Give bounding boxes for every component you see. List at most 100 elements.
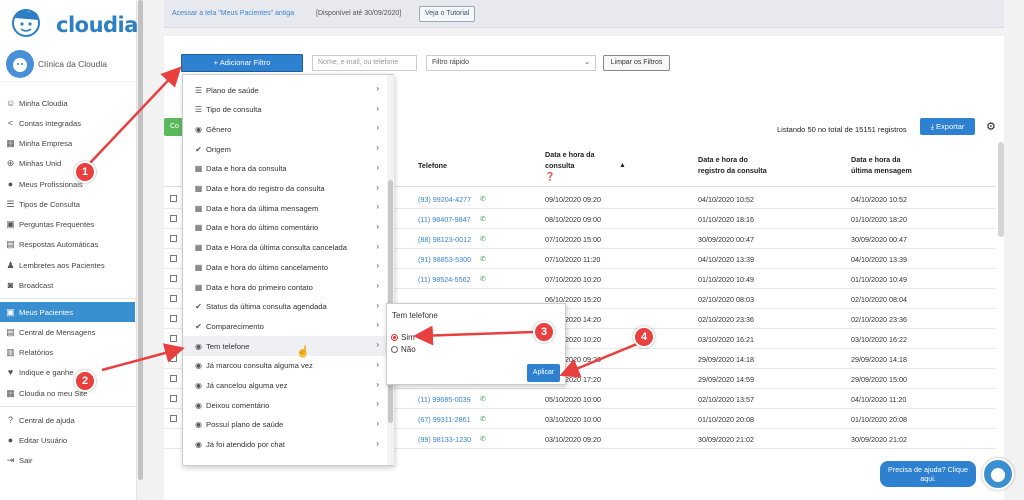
help-chat-avatar[interactable]: [982, 458, 1014, 490]
column-header-registration[interactable]: Data e hora do registro da consulta: [698, 154, 767, 176]
column-header-consult[interactable]: Data e hora da consulta ❓: [545, 149, 595, 182]
filter-option-1[interactable]: ☰ Tipo de consulta ›: [183, 100, 387, 120]
broadcast-icon: ◙: [7, 279, 14, 290]
filter-option-16[interactable]: ◉ Deixou comentário ›: [183, 395, 387, 415]
chevron-right-icon: ›: [376, 182, 379, 192]
phone-cell[interactable]: (93) 99204-4277: [418, 195, 471, 204]
radio-icon: ◉: [195, 381, 202, 390]
filter-option-13[interactable]: ◉ Tem telefone ›: [183, 336, 387, 357]
radio-option-yes[interactable]: Sim: [391, 333, 415, 342]
filter-option-7[interactable]: ▦ Data e hora do último comentário ›: [183, 218, 387, 238]
filter-option-15[interactable]: ◉ Já cancelou alguma vez ›: [183, 376, 387, 396]
sidebar-item-editar-usuario[interactable]: ● Editar Usuário: [0, 430, 135, 450]
clinic-selector[interactable]: Clínica da Cloudia: [0, 48, 137, 82]
filter-option-5[interactable]: ▦ Data e hora do registro da consulta ›: [183, 179, 387, 199]
sidebar-scrollbar-thumb[interactable]: [138, 0, 143, 480]
calendar-icon: ▦: [194, 282, 203, 292]
apply-button[interactable]: Aplicar: [527, 364, 560, 382]
whatsapp-icon[interactable]: ✆: [480, 275, 486, 283]
row-checkbox[interactable]: [170, 295, 177, 302]
sidebar-item-central-de-ajuda[interactable]: ? Central de ajuda: [0, 410, 135, 430]
sidebar-divider: [0, 406, 137, 407]
row-checkbox[interactable]: [170, 415, 177, 422]
phone-cell[interactable]: (11) 98524-5562: [418, 275, 471, 284]
search-input[interactable]: Nome, e-mail, ou telefone: [312, 55, 417, 71]
filter-option-12[interactable]: ✔ Comparecimento ›: [183, 316, 387, 336]
filter-option-6[interactable]: ▦ Data e hora da última mensagem ›: [183, 198, 387, 218]
whatsapp-icon[interactable]: ✆: [480, 435, 486, 443]
row-checkbox[interactable]: [170, 375, 177, 382]
table-scrollbar[interactable]: [998, 142, 1004, 237]
row-checkbox[interactable]: [170, 255, 177, 262]
sidebar-item-lembretes[interactable]: ♟ Lembretes aos Pacientes: [0, 255, 135, 275]
whatsapp-icon[interactable]: ✆: [480, 415, 486, 423]
sidebar-item-central-de-mensagens[interactable]: ▤ Central de Mensagens: [0, 322, 135, 342]
legacy-page-link[interactable]: Acessar a tela "Meus Pacientes" antiga: [172, 10, 294, 17]
filter-option-3[interactable]: ✔ Origem ›: [183, 139, 387, 159]
whatsapp-icon[interactable]: ✆: [480, 235, 486, 243]
clinic-avatar: [6, 50, 34, 78]
sidebar-item-perguntas-frequentes[interactable]: ▣ Perguntas Frequentes: [0, 214, 135, 234]
row-checkbox[interactable]: [170, 395, 177, 402]
export-button[interactable]: ⤓ Exportar: [920, 118, 975, 135]
sidebar-item-meus-profissionais[interactable]: ● Meus Profissionais: [0, 174, 135, 194]
gear-icon[interactable]: ⚙: [986, 120, 996, 133]
row-checkbox[interactable]: [170, 355, 177, 362]
radio-selected-icon[interactable]: [391, 334, 398, 341]
column-header-phone[interactable]: Telefone: [418, 160, 447, 171]
legacy-banner: Acessar a tela "Meus Pacientes" antiga […: [164, 0, 1004, 28]
row-checkbox[interactable]: [170, 335, 177, 342]
phone-cell[interactable]: (91) 98853-5300: [418, 255, 471, 264]
sidebar-item-relatorios[interactable]: ▥ Relatórios: [0, 342, 135, 362]
sidebar-item-meus-pacientes[interactable]: ▣ Meus Pacientes: [0, 302, 135, 322]
add-filter-button[interactable]: + Adicionar Filtro: [181, 54, 303, 72]
sort-asc-icon[interactable]: ▲: [619, 160, 626, 171]
row-checkbox[interactable]: [170, 315, 177, 322]
calendar-icon: ▦: [194, 184, 203, 193]
sidebar-item-cloudia-no-site[interactable]: ▦ Cloudia no meu Site: [0, 383, 135, 403]
sidebar-item-indique[interactable]: ♥ Indique e ganhe: [0, 362, 135, 382]
filter-option-14[interactable]: ◉ Já marcou consulta alguma vez ›: [183, 356, 387, 376]
filter-option-8[interactable]: ▦ Data e Hora da última consulta cancelad…: [183, 238, 387, 258]
column-header-last-message[interactable]: Data e hora da última mensagem: [851, 154, 912, 176]
whatsapp-icon[interactable]: ✆: [480, 195, 486, 203]
row-checkbox[interactable]: [170, 275, 177, 282]
tutorial-button[interactable]: Veja o Tutorial: [419, 6, 476, 22]
filter-option-11[interactable]: ✔ Status da última consulta agendada ›: [183, 297, 387, 317]
whatsapp-icon[interactable]: ✆: [480, 255, 486, 263]
filter-option-17[interactable]: ◉ Possuí plano de saúde ›: [183, 415, 387, 435]
whatsapp-icon[interactable]: ✆: [480, 395, 486, 403]
dropdown-scrollbar-thumb[interactable]: [388, 180, 393, 423]
radio-unselected-icon[interactable]: [391, 346, 398, 353]
brand-logo[interactable]: cloudia: [6, 6, 138, 38]
whatsapp-icon[interactable]: ✆: [480, 215, 486, 223]
phone-cell[interactable]: (88) 98123-0012: [418, 235, 471, 244]
phone-cell[interactable]: (99) 98133-1230: [418, 435, 471, 444]
sidebar-item-sair[interactable]: ⇥ Sair: [0, 450, 135, 470]
quick-filter-select[interactable]: Filtro rápido ⌄: [426, 55, 596, 71]
sidebar-item-respostas-automaticas[interactable]: ▤ Respostas Automáticas: [0, 234, 135, 254]
phone-cell[interactable]: (11) 99685-0039: [418, 395, 471, 404]
user-icon: ●: [7, 434, 14, 445]
phone-cell[interactable]: (11) 98407-9847: [418, 215, 471, 224]
filter-option-0[interactable]: ☰ Plano de saúde ›: [183, 80, 387, 100]
filter-option-9[interactable]: ▦ Data e hora do último cancelamento ›: [183, 257, 387, 277]
sidebar-item-contas-integradas[interactable]: < Contas Integradas: [0, 113, 135, 133]
clear-filters-button[interactable]: Limpar os Filtros: [603, 55, 670, 71]
sidebar-item-minha-empresa[interactable]: ▦ Minha Empresa: [0, 133, 135, 153]
phone-cell[interactable]: (67) 99311-2861: [418, 415, 471, 424]
radio-option-no[interactable]: Não: [391, 345, 416, 354]
filter-option-10[interactable]: ▦ Data e hora do primeiro contato ›: [183, 277, 387, 297]
filter-option-18[interactable]: ◉ Já foi atendido por chat ›: [183, 435, 387, 455]
filter-option-2[interactable]: ◉ Gênero ›: [183, 119, 387, 139]
row-checkbox[interactable]: [170, 235, 177, 242]
sidebar-item-tipos-de-consulta[interactable]: ☰ Tipos de Consulta: [0, 194, 135, 214]
filter-option-4[interactable]: ▦ Data e hora da consulta ›: [183, 159, 387, 179]
sidebar-item-minhas-unidades[interactable]: ⊕ Minhas Unid: [0, 153, 135, 173]
row-checkbox[interactable]: [170, 215, 177, 222]
help-chat-bubble[interactable]: Precisa de ajuda? Clique aqui.: [880, 461, 976, 487]
sidebar-item-minha-cloudia[interactable]: ☺ Minha Cloudia: [0, 93, 135, 113]
row-checkbox[interactable]: [170, 195, 177, 202]
sidebar-item-broadcast[interactable]: ◙ Broadcast: [0, 275, 135, 295]
submenu-title: Tem telefone: [392, 311, 438, 320]
